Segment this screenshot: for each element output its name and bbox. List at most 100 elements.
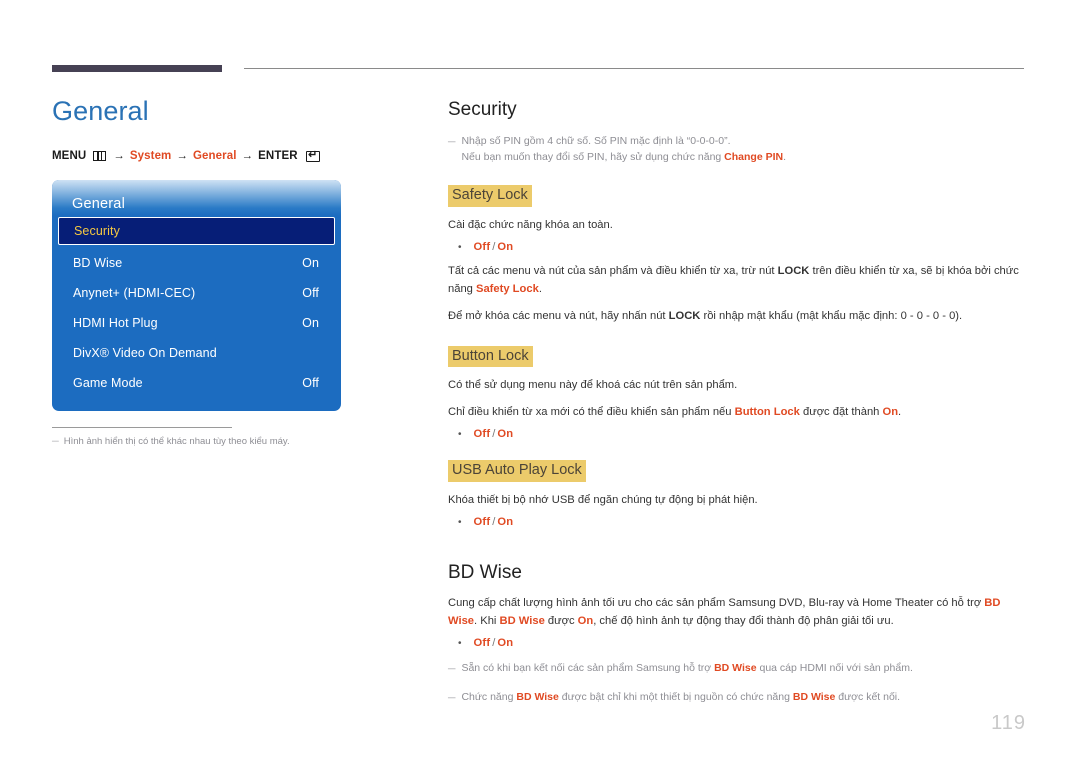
option-off[interactable]: Off (474, 516, 491, 528)
safety-lock-accent: Safety Lock (476, 283, 539, 296)
lock-button-bold-2: LOCK (668, 310, 701, 323)
osd-item-game-mode[interactable]: Game Mode Off (52, 368, 341, 398)
menu-grid-icon (93, 151, 107, 162)
option-on[interactable]: On (497, 637, 513, 649)
security-note-line2-post: . (783, 151, 787, 164)
safety-lock-para1: Tất cả các menu và nút của sản phẩm và đ… (448, 262, 1026, 298)
bd-wise-note1-accent: BD Wise (714, 662, 757, 675)
usb-auto-play-lock-heading: USB Auto Play Lock (448, 460, 586, 483)
osd-header: General (52, 180, 341, 217)
bd-wise-note-1: ─ Sẵn có khi bạn kết nối các sản phẩm Sa… (448, 660, 1026, 677)
bd-wise-note1-b: qua cáp HDMI nối với sản phẩm. (756, 662, 913, 675)
security-note-line2-pre: Nếu bạn muốn thay đổi số PIN, hãy sử dụn… (461, 151, 725, 164)
osd-item-label: HDMI Hot Plug (73, 316, 158, 331)
breadcrumb-enter-label: ENTER (258, 150, 298, 163)
enter-return-icon (305, 148, 320, 162)
bd-wise-para1-d: , chế độ hình ảnh tự động thay đổi thành… (593, 615, 894, 628)
left-footnote: ─ Hình ảnh hiển thị có thể khác nhau tùy… (52, 435, 412, 448)
bullet-dot-icon: • (458, 429, 462, 441)
bd-wise-note2-accent-1: BD Wise (516, 690, 559, 703)
usb-auto-play-lock-options: • Off / On (448, 516, 1026, 528)
osd-item-security[interactable]: Security (58, 217, 335, 246)
osd-item-anynet[interactable]: Anynet+ (HDMI-CEC) Off (52, 278, 341, 308)
breadcrumb-arrow-1: → (113, 150, 125, 163)
note-divider (52, 427, 232, 429)
safety-lock-para2-b: rồi nhập mật khẩu (mật khẩu mặc định: 0 … (700, 310, 963, 323)
bd-wise-note2-a: Chức năng (461, 690, 517, 703)
button-lock-para2-b: được đặt thành (799, 406, 883, 419)
button-lock-accent-1: Button Lock (734, 406, 800, 419)
bd-wise-accent-on: On (577, 615, 594, 628)
note-dash-icon: ─ (448, 663, 456, 676)
option-on[interactable]: On (497, 428, 513, 440)
footnote-dash-icon: ─ (52, 436, 59, 448)
osd-item-bd-wise[interactable]: BD Wise On (52, 248, 341, 278)
header-rule-thick (52, 65, 222, 72)
safety-lock-heading: Safety Lock (448, 185, 532, 207)
page-title: General (52, 96, 149, 126)
bullet-dot-icon: • (458, 517, 462, 529)
breadcrumb-arrow-2: → (176, 150, 188, 163)
safety-lock-intro: Cài đặc chức năng khóa an toàn. (448, 218, 613, 231)
option-on[interactable]: On (497, 241, 513, 253)
button-lock-para2-c: . (898, 406, 902, 419)
security-note: ─ Nhập số PIN gồm 4 chữ số. Số PIN mặc đ… (448, 133, 1026, 166)
bd-wise-para1-a: Cung cấp chất lượng hình ảnh tối ưu cho … (448, 597, 985, 610)
header-rule-thin (244, 68, 1024, 69)
bd-wise-note-2: ─ Chức năng BD Wise được bật chỉ khi một… (448, 689, 1026, 706)
bd-wise-para1: Cung cấp chất lượng hình ảnh tối ưu cho … (448, 594, 1026, 630)
bd-wise-note-2-body: Chức năng BD Wise được bật chỉ khi một t… (461, 689, 1026, 706)
button-lock-heading: Button Lock (448, 345, 533, 368)
option-off[interactable]: Off (474, 637, 491, 649)
safety-lock-para1-c: . (538, 283, 542, 296)
osd-item-value: On (302, 316, 319, 331)
osd-item-label: BD Wise (73, 256, 123, 271)
osd-item-value: On (302, 256, 319, 271)
breadcrumb: MENU → System → General → ENTER (52, 148, 412, 163)
button-lock-option-group: Off / On (474, 428, 514, 440)
safety-lock-para1-a: Tất cả các menu và nút của sản phẩm và đ… (448, 265, 778, 278)
bullet-dot-icon: • (458, 242, 462, 254)
button-lock-para2-a: Chỉ điều khiển từ xa mới có thể điều khi… (448, 406, 735, 419)
osd-item-label: DivX® Video On Demand (73, 346, 217, 361)
osd-item-label: Game Mode (73, 376, 143, 391)
change-pin-accent: Change PIN (724, 151, 784, 164)
button-lock-accent-on: On (882, 406, 899, 419)
bd-wise-para1-c: được (544, 615, 578, 628)
safety-lock-options: • Off / On (448, 241, 1026, 253)
safety-lock-para2: Để mở khóa các menu và nút, hãy nhấn nút… (448, 307, 1026, 325)
option-on[interactable]: On (497, 516, 513, 528)
bd-wise-note-1-body: Sẵn có khi bạn kết nối các sản phẩm Sams… (461, 660, 1026, 677)
bd-wise-para1-b: . Khi (474, 615, 500, 628)
button-lock-para2: Chỉ điều khiển từ xa mới có thể điều khi… (448, 403, 1026, 421)
osd-item-value: Off (302, 376, 319, 391)
note-dash-icon: ─ (448, 691, 456, 704)
bd-wise-note2-accent-2: BD Wise (792, 690, 836, 703)
breadcrumb-menu-label: MENU (52, 150, 87, 163)
left-column: General MENU → System → General → ENTER … (52, 95, 412, 449)
security-section-title: Security (448, 99, 517, 120)
bd-wise-option-group: Off / On (474, 637, 514, 649)
osd-item-label: Security (74, 224, 120, 239)
option-off[interactable]: Off (474, 428, 491, 440)
bd-wise-section-title: BD Wise (448, 562, 522, 584)
usb-auto-play-lock-para1: Khóa thiết bị bộ nhớ USB để ngăn chúng t… (448, 494, 758, 507)
osd-item-value: Off (302, 286, 319, 301)
osd-item-divx-vod[interactable]: DivX® Video On Demand (52, 338, 341, 368)
option-off[interactable]: Off (474, 241, 491, 253)
button-lock-para1: Có thể sử dụng menu này để khoá các nút … (448, 379, 738, 392)
usb-option-group: Off / On (474, 516, 514, 528)
page-number: 119 (991, 712, 1026, 734)
osd-item-hdmi-hot-plug[interactable]: HDMI Hot Plug On (52, 308, 341, 338)
note-dash-icon: ─ (448, 135, 456, 148)
security-note-line1: Nhập số PIN gồm 4 chữ số. Số PIN mặc địn… (461, 134, 731, 147)
breadcrumb-arrow-3: → (241, 150, 254, 163)
safety-lock-para2-a: Để mở khóa các menu và nút, hãy nhấn nút (448, 310, 669, 323)
osd-header-title: General (72, 196, 125, 213)
breadcrumb-system-label: System (129, 150, 172, 163)
osd-menu-mock: General Security BD Wise On Anynet+ (HDM… (52, 180, 341, 412)
footnote-text: Hình ảnh hiển thị có thể khác nhau tùy t… (63, 436, 290, 448)
bd-wise-options: • Off / On (448, 637, 1026, 649)
osd-item-label: Anynet+ (HDMI-CEC) (73, 286, 196, 301)
lock-button-bold-1: LOCK (777, 265, 810, 278)
